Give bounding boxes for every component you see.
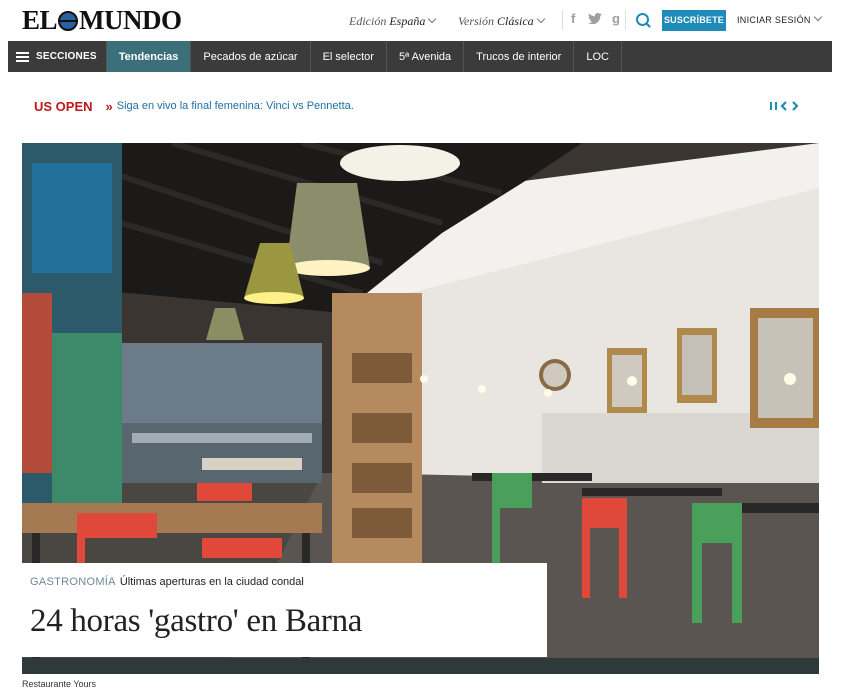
- ticker-link[interactable]: Siga en vivo la final femenina: Vinci vs…: [117, 100, 354, 112]
- login-label: INICIAR SESIÓN: [737, 15, 811, 25]
- logo-text-mundo: MUNDO: [79, 4, 182, 35]
- edition-value: España: [389, 14, 426, 28]
- hamburger-icon: [16, 51, 29, 62]
- nav-item-5-avenida[interactable]: 5ª Avenida: [385, 41, 463, 72]
- photo-caption: Restaurante Yours: [22, 679, 97, 689]
- article-kicker: GASTRONOMÍA Últimas aperturas en la ciuda…: [30, 576, 304, 588]
- kicker-text: Últimas aperturas en la ciudad condal: [119, 576, 304, 588]
- breaking-news-ticker: US OPEN » Siga en vivo la final femenina…: [34, 98, 814, 114]
- globe-icon: [58, 11, 79, 31]
- section-nav: SECCIONES Tendencias Pecados de azúcar E…: [8, 41, 832, 72]
- pause-icon[interactable]: [770, 102, 777, 110]
- nav-item-trucos[interactable]: Trucos de interior: [463, 41, 573, 72]
- double-arrow-icon: »: [105, 98, 113, 114]
- chevron-left-icon[interactable]: [780, 101, 788, 111]
- search-icon[interactable]: [636, 13, 649, 26]
- edition-label: Edición: [349, 14, 387, 28]
- article-headline-box: GASTRONOMÍA Últimas aperturas en la ciuda…: [22, 563, 547, 657]
- sections-menu-button[interactable]: SECCIONES: [8, 41, 106, 72]
- version-value: Clásica: [497, 14, 534, 28]
- ticker-tag: US OPEN: [34, 98, 93, 114]
- site-header: EL MUNDO Edición España Versión Clásica …: [0, 0, 841, 41]
- sections-menu-label: SECCIONES: [36, 51, 97, 62]
- chevron-down-icon: [536, 14, 545, 24]
- nav-item-el-selector[interactable]: El selector: [309, 41, 386, 72]
- divider: [625, 10, 626, 30]
- chevron-down-icon: [813, 12, 822, 22]
- site-logo[interactable]: EL MUNDO: [22, 4, 182, 35]
- section-label[interactable]: GASTRONOMÍA: [30, 576, 116, 588]
- divider: [562, 10, 563, 30]
- logo-text-el: EL: [22, 4, 58, 35]
- version-label: Versión: [458, 14, 494, 28]
- version-selector[interactable]: Versión Clásica: [458, 14, 545, 29]
- chevron-down-icon: [428, 14, 437, 24]
- nav-item-tendencias[interactable]: Tendencias: [105, 41, 191, 72]
- chevron-right-icon[interactable]: [791, 101, 799, 111]
- subscribe-button[interactable]: SUSCRÍBETE: [662, 10, 726, 31]
- login-menu[interactable]: INICIAR SESIÓN: [737, 12, 822, 25]
- ticker-controls: [770, 101, 799, 111]
- article-headline[interactable]: 24 horas 'gastro' en Barna: [30, 603, 362, 640]
- twitter-icon[interactable]: [588, 13, 602, 24]
- facebook-icon[interactable]: f: [571, 11, 575, 26]
- nav-item-loc[interactable]: LOC: [573, 41, 622, 72]
- edition-selector[interactable]: Edición España: [349, 14, 437, 29]
- nav-item-pecados[interactable]: Pecados de azúcar: [190, 41, 309, 72]
- google-plus-icon[interactable]: g: [612, 11, 620, 26]
